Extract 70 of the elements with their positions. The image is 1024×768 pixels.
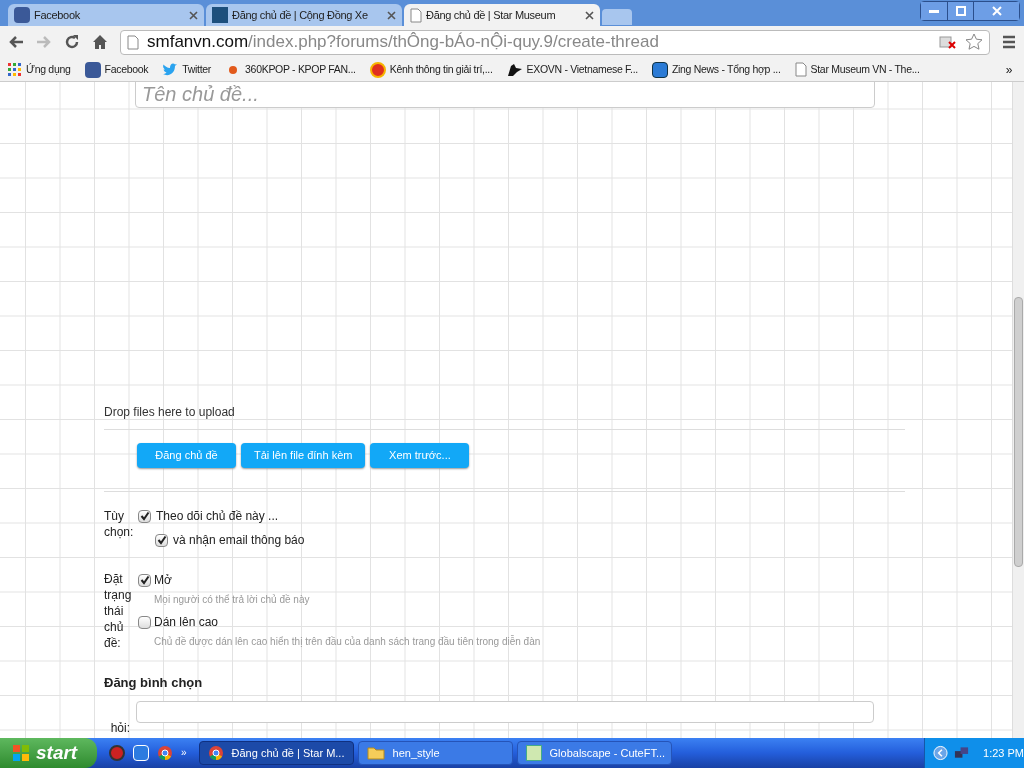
browser-tab[interactable]: Đăng chủ đề | Star Museum: [404, 4, 600, 26]
bookmark[interactable]: Facebook: [84, 61, 149, 78]
zing-icon: [651, 61, 668, 78]
logo-icon: [212, 7, 228, 23]
page-icon: [794, 62, 807, 77]
hint-text: Chủ đề được dán lên cao hiển thị trên đầu của danh sách trang đầu tiên trong diễn đàn: [154, 634, 541, 649]
bookmark[interactable]: EXOVN - Vietnamese F...: [506, 61, 638, 78]
bird-icon: [162, 62, 179, 77]
bookmark[interactable]: Kênh thông tin giải trí,...: [369, 61, 493, 78]
home-icon[interactable]: [92, 34, 108, 50]
checkbox[interactable]: [138, 615, 151, 629]
restore-icon[interactable]: [947, 2, 973, 20]
taskbar-window[interactable]: Globalscape - CuteFT...: [516, 741, 672, 765]
facebook-icon: [84, 61, 101, 78]
tab-title: Facebook: [34, 7, 81, 23]
taskbar-window[interactable]: Đăng chủ đề | Star M...: [198, 741, 354, 765]
wolf-icon: [506, 62, 523, 77]
expand-tray-icon[interactable]: [933, 745, 948, 761]
field-label: Tùy chọn:: [104, 508, 135, 541]
page-icon: [410, 7, 422, 23]
clock: 1:23 PM: [983, 745, 1024, 761]
chrome-icon: [157, 745, 173, 761]
hint-text: Mọi người có thể trả lời chủ đề này: [154, 593, 311, 607]
bookmark[interactable]: Zing News - Tổng hợp ...: [651, 61, 781, 78]
close-icon[interactable]: [585, 10, 594, 20]
taskbar-window[interactable]: hen_style: [357, 741, 513, 765]
bookmark[interactable]: 360KPOP - KPOP FAN...: [225, 61, 356, 78]
browser-tab[interactable]: Đăng chủ đề | Cộng Đồng Xe: [206, 4, 402, 26]
app-icon[interactable]: [109, 745, 125, 761]
app-icon: [525, 745, 542, 761]
menu-icon[interactable]: [1002, 35, 1016, 49]
star-icon[interactable]: [965, 33, 983, 51]
tab-title: Đăng chủ đề | Cộng Đồng Xe: [232, 7, 369, 23]
checkbox[interactable]: [138, 573, 151, 587]
network-icon[interactable]: [954, 746, 970, 760]
scrollbar[interactable]: [1012, 82, 1024, 738]
bookmark[interactable]: Ứng dụng: [8, 61, 71, 78]
back-icon[interactable]: [8, 35, 24, 49]
close-icon[interactable]: [189, 10, 198, 20]
checkbox[interactable]: [155, 533, 168, 547]
page-icon: [127, 34, 139, 50]
url-text: smfanvn.com/index.php?forums/thÔng-bÁo-nỘi-quy.9/create-thread: [147, 31, 660, 54]
bookmark[interactable]: Twitter: [162, 61, 212, 78]
drop-zone-text: Drop files here to upload: [104, 404, 236, 421]
checkbox-option[interactable]: và nhận email thông báo: [155, 531, 305, 549]
bookmark[interactable]: Star Museum VN - The...: [794, 61, 920, 78]
field-label: hỏi:: [109, 719, 130, 737]
reload-icon[interactable]: [64, 34, 80, 50]
question-field[interactable]: [136, 700, 874, 723]
close-icon[interactable]: [973, 2, 1019, 20]
apps-icon: [8, 62, 22, 77]
facebook-icon: [14, 7, 30, 23]
tab-title: Đăng chủ đề | Star Museum: [426, 7, 557, 23]
section-heading: Đăng bình chọn: [104, 674, 204, 692]
checkbox-option[interactable]: Dán lên cao: [138, 613, 541, 631]
close-icon[interactable]: [387, 10, 396, 20]
more-icon[interactable]: »: [181, 745, 187, 760]
field-label: Đặt trạng thái chủ đề:: [104, 571, 133, 651]
more-bookmarks-button[interactable]: »: [1005, 60, 1012, 79]
checkbox-option[interactable]: Mở: [138, 571, 541, 589]
address-bar[interactable]: smfanvn.com/index.php?forums/thÔng-bÁo-nỘi-quy.9/create-thread: [120, 29, 990, 55]
checkbox-option[interactable]: Theo dõi chủ đề này ...: [138, 507, 305, 525]
folder-icon: [366, 746, 385, 760]
chrome-icon: [207, 745, 224, 761]
title-field[interactable]: Tên chủ đề...: [135, 82, 875, 108]
badge-icon: [369, 61, 386, 78]
checkbox[interactable]: [138, 509, 151, 523]
blocked-plugin-icon[interactable]: [939, 34, 957, 50]
browser-tab[interactable]: Facebook: [8, 4, 204, 26]
windows-logo-icon: [12, 744, 30, 762]
